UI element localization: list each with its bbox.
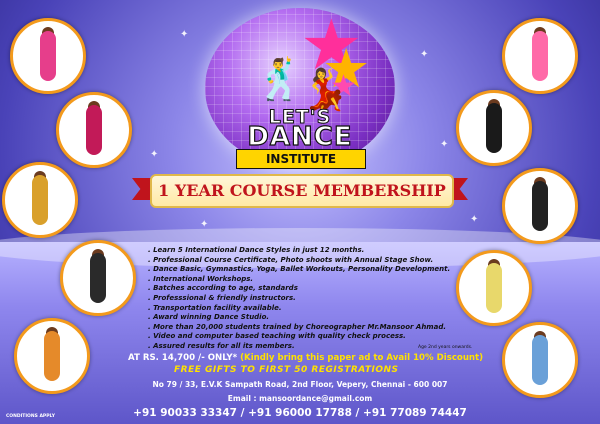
price-text: AT RS. 14,700 /- ONLY*: [128, 353, 238, 363]
address-text: No 79 / 33, E.V.K Sampath Road, 2nd Floo…: [152, 380, 448, 389]
feature-item: . Award winning Dance Studio.: [148, 313, 270, 322]
dancer-photo: [456, 250, 532, 326]
sparkle-icon: ✦: [200, 219, 209, 230]
price-line: AT RS. 14,700 /- ONLY* (Kindly bring thi…: [128, 353, 483, 363]
age-note: Age 2nd years onwards.: [418, 345, 473, 350]
free-gifts-text: FREE GIFTS TO FIRST 50 REGISTRATIONS: [174, 365, 399, 375]
sparkle-icon: ✦: [470, 214, 479, 225]
feature-list: . Learn 5 International Dance Styles in …: [148, 246, 450, 352]
phone-numbers: +91 90033 33347 / +91 96000 17788 / +91 …: [133, 407, 467, 419]
dancer-photo: [14, 318, 90, 394]
logo-institute: INSTITUTE: [236, 149, 366, 169]
feature-item: . Video and computer based teaching with…: [148, 332, 406, 341]
course-banner: 1 YEAR COURSE MEMBERSHIP: [150, 174, 454, 208]
feature-item: . Learn 5 International Dance Styles in …: [148, 246, 365, 254]
discount-text: (Kindly bring this paper ad to Avail 10%…: [240, 353, 484, 363]
sparkle-icon: ✦: [150, 149, 159, 160]
dancer-photo: [10, 18, 86, 94]
dancer-photo: [456, 90, 532, 166]
conditions-note: CONDITIONS APPLY: [6, 414, 55, 419]
feature-item: . Dance Basic, Gymnastics, Yoga, Ballet …: [148, 265, 451, 274]
male-dancer-icon: 🕺: [255, 57, 305, 103]
dancer-photo: [2, 162, 78, 238]
sparkle-icon: ✦: [420, 49, 429, 60]
dancer-photo: [502, 322, 578, 398]
feature-item: . Batches according to age, standards: [148, 284, 298, 293]
dancer-photo: [502, 18, 578, 94]
feature-item: . Professsional & friendly instructors.: [148, 293, 296, 302]
dance-poster: ✦ ✦ ✦ ✦ ✦ ✦ ★ ★ ★ 🕺 💃 LET'S DANCE INSTIT…: [0, 0, 600, 424]
dancer-photo: [60, 240, 136, 316]
logo-dance: DANCE: [247, 121, 353, 152]
female-dancer-icon: 💃: [300, 67, 350, 113]
dancer-photo: [502, 168, 578, 244]
feature-item: . Assured results for all its members.: [148, 341, 295, 350]
feature-item: . International Workshops.: [148, 274, 254, 283]
feature-item: . Professional Course Certificate, Photo…: [148, 255, 434, 264]
dancer-photo: [56, 92, 132, 168]
feature-item: . More than 20,000 students trained by C…: [148, 322, 446, 331]
feature-item: . Transportation facility available.: [148, 303, 282, 312]
email-text: Email : mansoordance@gmail.com: [227, 394, 373, 403]
sparkle-icon: ✦: [440, 139, 449, 150]
sparkle-icon: ✦: [180, 29, 189, 40]
